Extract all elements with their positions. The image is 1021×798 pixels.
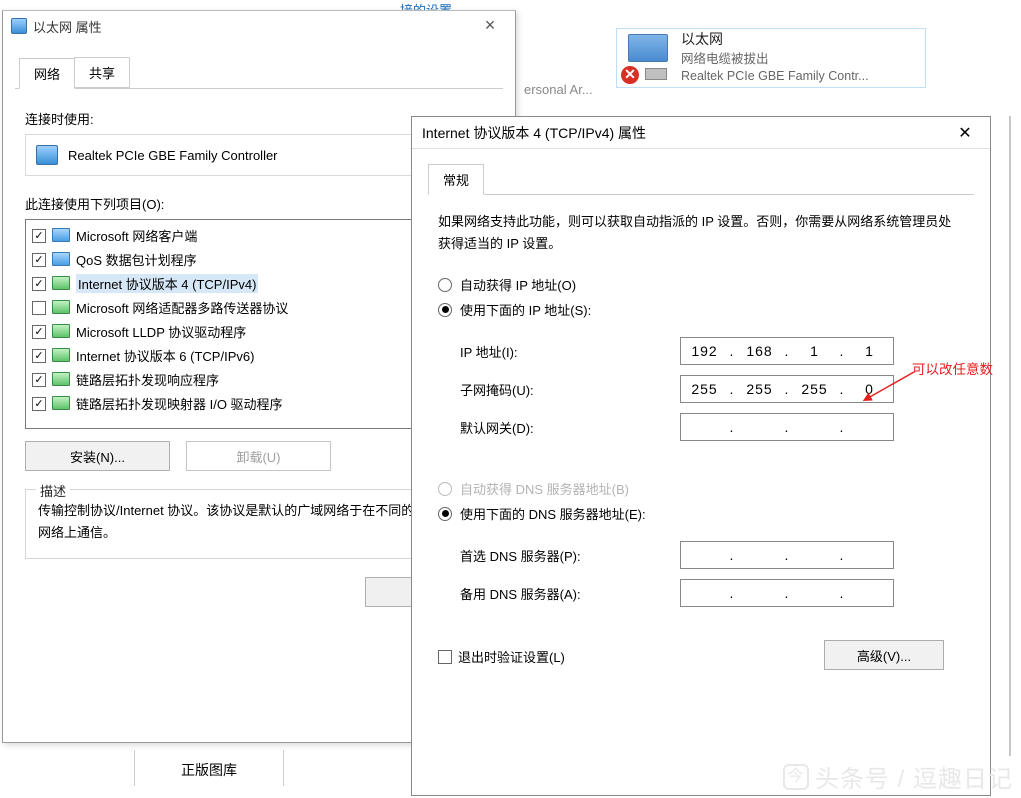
validate-checkbox[interactable] bbox=[438, 650, 452, 664]
radio-manual-ip-label: 使用下面的 IP 地址(S): bbox=[460, 300, 591, 319]
tab-sharing[interactable]: 共享 bbox=[74, 57, 130, 88]
radio-icon bbox=[438, 303, 452, 317]
adapter-status: 网络电缆被拔出 bbox=[681, 51, 869, 69]
radio-auto-dns: 自动获得 DNS 服务器地址(B) bbox=[438, 479, 964, 498]
protocol-icon bbox=[52, 228, 70, 244]
radio-icon bbox=[438, 507, 452, 521]
protocol-icon bbox=[52, 396, 70, 412]
item-checkbox[interactable] bbox=[32, 229, 46, 243]
subnet-mask-label: 子网掩码(U): bbox=[460, 380, 680, 399]
ipv4-properties-window: Internet 协议版本 4 (TCP/IPv4) 属性 ✕ 常规 如果网络支… bbox=[411, 116, 991, 796]
protocol-icon bbox=[52, 324, 70, 340]
window-icon bbox=[11, 18, 27, 34]
dns-settings-group: 首选 DNS 服务器(P): ... 备用 DNS 服务器(A): ... bbox=[438, 529, 964, 627]
ip-address-label: IP 地址(I): bbox=[460, 342, 680, 361]
uninstall-button: 卸载(U) bbox=[186, 441, 331, 471]
radio-manual-dns[interactable]: 使用下面的 DNS 服务器地址(E): bbox=[438, 504, 964, 523]
item-label: Internet 协议版本 6 (TCP/IPv6) bbox=[76, 346, 254, 365]
adapter-name: 以太网 bbox=[681, 30, 869, 50]
item-label: Microsoft 网络客户端 bbox=[76, 226, 197, 245]
tab-network[interactable]: 网络 bbox=[19, 58, 75, 89]
protocol-icon bbox=[52, 252, 70, 268]
item-label: Internet 协议版本 4 (TCP/IPv4) bbox=[76, 274, 258, 293]
install-button[interactable]: 安装(N)... bbox=[25, 441, 170, 471]
item-checkbox[interactable] bbox=[32, 253, 46, 267]
gateway-input[interactable]: ... bbox=[680, 413, 894, 441]
bg-personal-text: ersonal Ar... bbox=[524, 82, 593, 97]
adapter-device: Realtek PCIe GBE Family Contr... bbox=[681, 68, 869, 86]
tab-general[interactable]: 常规 bbox=[428, 164, 484, 195]
radio-icon bbox=[438, 482, 452, 496]
item-checkbox[interactable] bbox=[32, 397, 46, 411]
item-label: Microsoft LLDP 协议驱动程序 bbox=[76, 322, 246, 341]
ethernet-adapter-icon: ✕ bbox=[623, 34, 673, 82]
item-label: Microsoft 网络适配器多路传送器协议 bbox=[76, 298, 288, 317]
ipv4-window-title: Internet 协议版本 4 (TCP/IPv4) 属性 bbox=[422, 123, 950, 143]
network-adapter-item[interactable]: ✕ 以太网 网络电缆被拔出 Realtek PCIe GBE Family Co… bbox=[616, 28, 926, 88]
adapter-icon bbox=[36, 145, 58, 165]
item-label: 链路层拓扑发现映射器 I/O 驱动程序 bbox=[76, 394, 283, 413]
window-title: 以太网 属性 bbox=[33, 17, 473, 36]
protocol-icon bbox=[52, 300, 70, 316]
validate-label: 退出时验证设置(L) bbox=[458, 647, 565, 666]
item-checkbox[interactable] bbox=[32, 373, 46, 387]
close-icon[interactable]: ✕ bbox=[950, 123, 980, 143]
annotation-arrow-icon bbox=[862, 368, 922, 408]
close-icon[interactable]: × bbox=[473, 14, 507, 38]
dns1-label: 首选 DNS 服务器(P): bbox=[460, 546, 680, 565]
item-checkbox[interactable] bbox=[32, 277, 46, 291]
info-text: 如果网络支持此功能，则可以获取自动指派的 IP 设置。否则，你需要从网络系统管理… bbox=[438, 211, 964, 255]
item-checkbox[interactable] bbox=[32, 349, 46, 363]
watermark-icon: 今 bbox=[783, 764, 809, 790]
disconnected-x-icon: ✕ bbox=[621, 66, 639, 84]
gateway-label: 默认网关(D): bbox=[460, 418, 680, 437]
watermark: 今 头条号 / 逗趣日记 bbox=[783, 759, 1013, 794]
item-label: 链路层拓扑发现响应程序 bbox=[76, 370, 219, 389]
protocol-icon bbox=[52, 276, 70, 292]
radio-auto-ip[interactable]: 自动获得 IP 地址(O) bbox=[438, 275, 964, 294]
dns2-input[interactable]: ... bbox=[680, 579, 894, 607]
watermark-text: 头条号 / 逗趣日记 bbox=[815, 759, 1013, 794]
radio-icon bbox=[438, 278, 452, 292]
adapter-name-text: Realtek PCIe GBE Family Controller bbox=[68, 148, 278, 163]
dns1-input[interactable]: ... bbox=[680, 541, 894, 569]
bg-bottom-label: 正版图库 bbox=[134, 750, 284, 786]
annotation-text: 可以改任意数 bbox=[912, 358, 993, 378]
description-legend: 描述 bbox=[36, 481, 70, 500]
protocol-icon bbox=[52, 372, 70, 388]
dns2-label: 备用 DNS 服务器(A): bbox=[460, 584, 680, 603]
radio-manual-ip[interactable]: 使用下面的 IP 地址(S): bbox=[438, 300, 964, 319]
item-checkbox[interactable] bbox=[32, 301, 46, 315]
protocol-icon bbox=[52, 348, 70, 364]
item-label: QoS 数据包计划程序 bbox=[76, 250, 197, 269]
ip-address-input[interactable]: 192.168.1.1 bbox=[680, 337, 894, 365]
radio-auto-dns-label: 自动获得 DNS 服务器地址(B) bbox=[460, 479, 629, 498]
radio-manual-dns-label: 使用下面的 DNS 服务器地址(E): bbox=[460, 504, 646, 523]
radio-auto-ip-label: 自动获得 IP 地址(O) bbox=[460, 275, 576, 294]
advanced-button[interactable]: 高级(V)... bbox=[824, 640, 944, 670]
bg-right-border bbox=[1009, 116, 1011, 756]
item-checkbox[interactable] bbox=[32, 325, 46, 339]
